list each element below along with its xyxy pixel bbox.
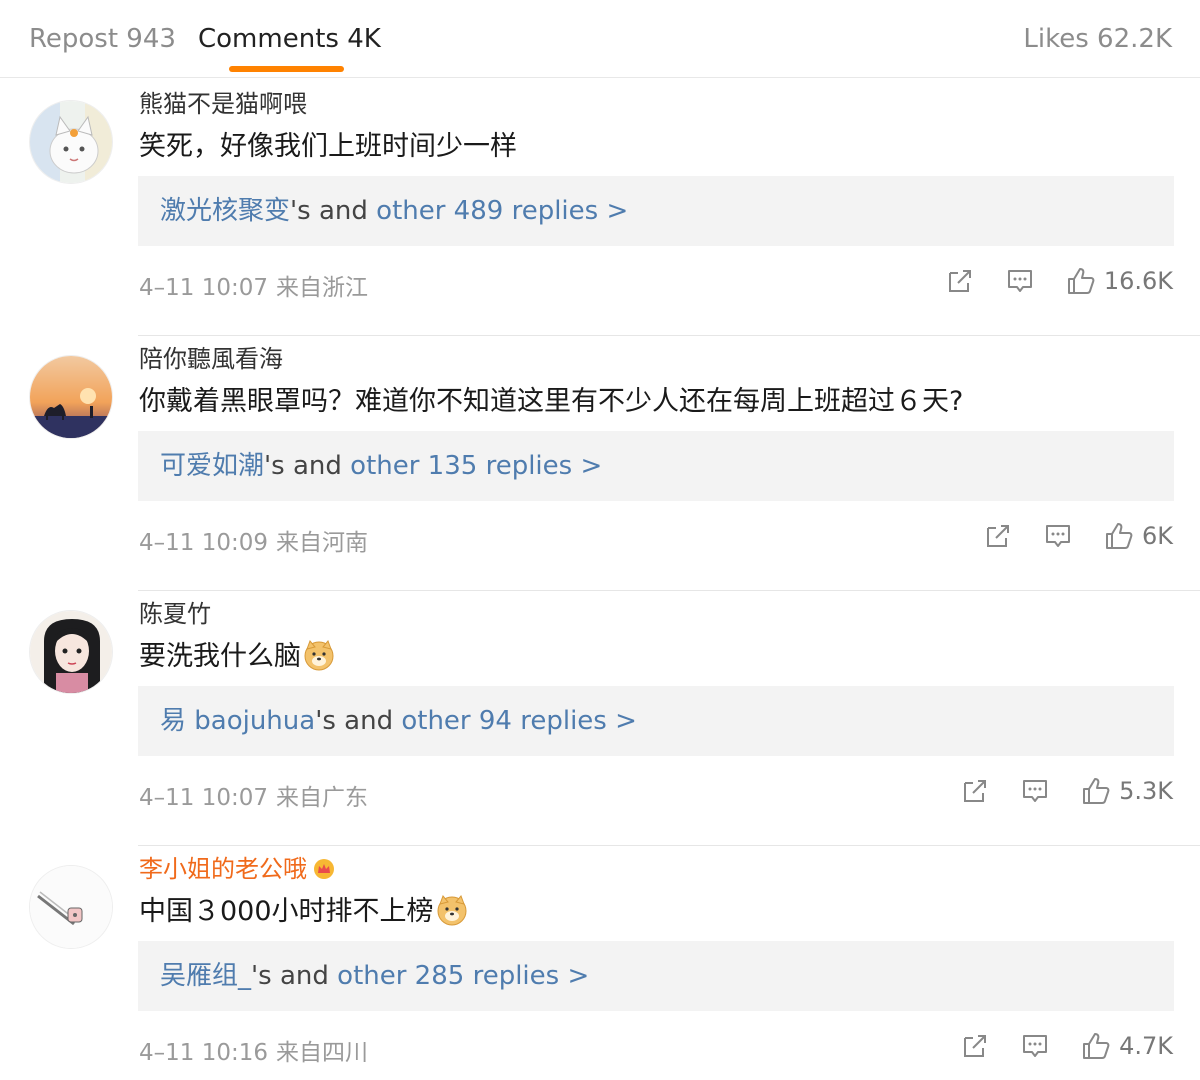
avatar[interactable] xyxy=(29,355,113,439)
share-out-icon[interactable] xyxy=(946,267,974,295)
comment-text: 笑死，好像我们上班时间少一样 xyxy=(139,131,517,162)
comment-date: 4–11 10:09 xyxy=(139,530,268,556)
comment-text: 要洗我什么脑 xyxy=(139,634,335,673)
comment-item: 李小姐的老公哦 中国３000小时排不上榜 吴雁组_'s and other 28… xyxy=(0,845,1200,1080)
reply-connector: 's and xyxy=(264,451,351,481)
thumbs-up-icon xyxy=(1083,778,1110,804)
comment-bubble-icon[interactable] xyxy=(1044,522,1072,550)
avatar[interactable] xyxy=(29,865,113,949)
comment-location: 来自广东 xyxy=(276,785,368,811)
username-text[interactable]: 李小姐的老公哦 xyxy=(139,855,307,883)
comment-location: 来自河南 xyxy=(276,530,368,556)
reply-count[interactable]: other 489 replies > xyxy=(376,196,628,226)
like-count: 4.7K xyxy=(1119,1032,1173,1060)
comment-meta: 4–11 10:09 来自河南 xyxy=(139,523,368,557)
comment-location: 来自四川 xyxy=(276,1040,368,1066)
comment-date: 4–11 10:07 xyxy=(139,785,268,811)
like-button[interactable]: 4.7K xyxy=(1081,1031,1173,1061)
comment-location: 来自浙江 xyxy=(276,275,368,301)
comment-date: 4–11 10:16 xyxy=(139,1040,268,1066)
comment-username[interactable]: 熊猫不是猫啊喂 xyxy=(139,84,307,119)
comment-text: 中国３000小时排不上榜 xyxy=(139,889,468,928)
reply-user[interactable]: 激光核聚变 xyxy=(160,196,290,226)
comment-meta: 4–11 10:07 来自浙江 xyxy=(139,268,368,302)
reply-connector: 's and xyxy=(251,961,338,991)
reply-connector: 's and xyxy=(315,706,402,736)
reply-connector: 's and xyxy=(290,196,377,226)
tab-likes[interactable]: Likes 62.2K xyxy=(1023,24,1172,54)
share-out-icon[interactable] xyxy=(961,1032,989,1060)
reply-user[interactable]: 吴雁组_ xyxy=(160,961,251,991)
comment-item: 熊猫不是猫啊喂 笑死，好像我们上班时间少一样 激光核聚变's and other… xyxy=(0,80,1200,336)
like-count: 16.6K xyxy=(1103,267,1173,295)
like-button[interactable]: 5.3K xyxy=(1081,776,1173,806)
comment-text-body: 中国３000小时排不上榜 xyxy=(139,896,434,927)
share-out-icon[interactable] xyxy=(961,777,989,805)
thumbs-up-icon xyxy=(1067,268,1095,294)
thumbs-up-icon xyxy=(1083,1033,1110,1059)
comment-actions: 16.6K xyxy=(914,264,1173,298)
comment-bubble-icon[interactable] xyxy=(1021,777,1049,805)
reply-count[interactable]: other 94 replies > xyxy=(401,706,637,736)
tab-repost[interactable]: Repost 943 xyxy=(29,24,176,54)
avatar[interactable] xyxy=(29,100,113,184)
doge-emoji-icon xyxy=(437,895,467,926)
tab-comments[interactable]: Comments 4K xyxy=(198,24,381,54)
doge-emoji-icon xyxy=(304,640,334,671)
share-out-icon[interactable] xyxy=(984,522,1012,550)
comment-username[interactable]: 李小姐的老公哦 xyxy=(139,849,335,884)
comment-bubble-icon[interactable] xyxy=(1021,1032,1049,1060)
comment-actions: 5.3K xyxy=(929,774,1173,808)
comment-username[interactable]: 陪你聽風看海 xyxy=(139,339,283,374)
crown-badge-icon xyxy=(314,859,334,879)
comment-text: 你戴着黑眼罩吗？难道你不知道这里有不少人还在每周上班超过６天? xyxy=(139,386,964,417)
replies-link[interactable]: 可爱如潮's and other 135 replies > xyxy=(138,431,1174,501)
comment-username[interactable]: 陈夏竹 xyxy=(139,594,211,629)
like-count: 5.3K xyxy=(1119,777,1173,805)
avatar[interactable] xyxy=(29,610,113,694)
thumbs-up-icon xyxy=(1105,523,1133,549)
comment-meta: 4–11 10:16 来自四川 xyxy=(139,1033,368,1067)
comment-actions: 4.7K xyxy=(929,1029,1173,1063)
reply-count[interactable]: other 135 replies > xyxy=(350,451,602,481)
comment-meta: 4–11 10:07 来自广东 xyxy=(139,778,368,812)
comment-bubble-icon[interactable] xyxy=(1006,267,1034,295)
like-count: 6K xyxy=(1141,522,1173,550)
comment-text-body: 要洗我什么脑 xyxy=(139,641,301,672)
like-button[interactable]: 16.6K xyxy=(1066,266,1173,296)
replies-link[interactable]: 激光核聚变's and other 489 replies > xyxy=(138,176,1174,246)
comment-tabs-bar: Repost 943 Comments 4K Likes 62.2K xyxy=(0,0,1200,78)
reply-user[interactable]: 可爱如潮 xyxy=(160,451,264,481)
reply-user[interactable]: 易 baojuhua xyxy=(160,706,315,736)
comment-actions: 6K xyxy=(952,519,1173,553)
comment-item: 陪你聽風看海 你戴着黑眼罩吗？难道你不知道这里有不少人还在每周上班超过６天? 可… xyxy=(0,335,1200,591)
comment-date: 4–11 10:07 xyxy=(139,275,268,301)
replies-link[interactable]: 吴雁组_'s and other 285 replies > xyxy=(138,941,1174,1011)
comment-item: 陈夏竹 要洗我什么脑 易 baojuhua's and other 94 rep… xyxy=(0,590,1200,846)
replies-link[interactable]: 易 baojuhua's and other 94 replies > xyxy=(138,686,1174,756)
reply-count[interactable]: other 285 replies > xyxy=(337,961,589,991)
like-button[interactable]: 6K xyxy=(1104,521,1173,551)
active-tab-indicator xyxy=(229,66,344,72)
